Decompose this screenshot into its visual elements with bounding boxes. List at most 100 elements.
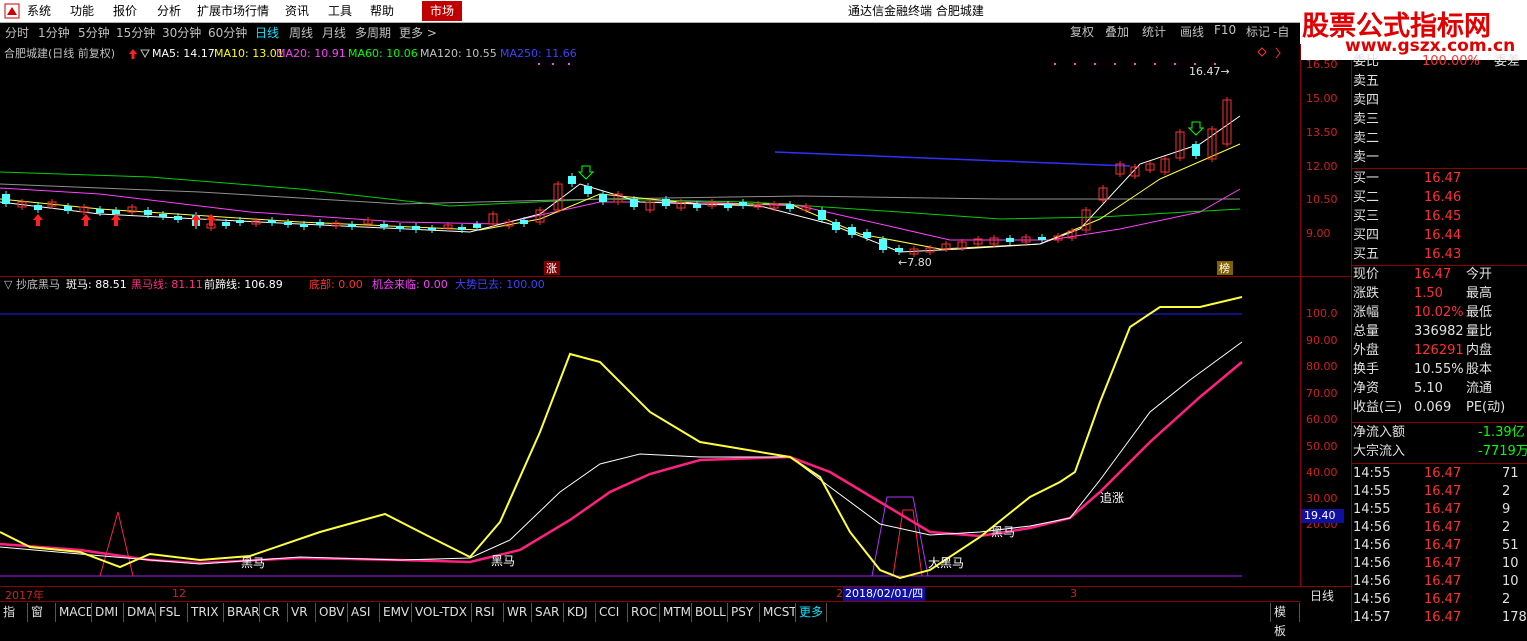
price-tick: 9.00	[1306, 227, 1331, 240]
indicator-tab[interactable]: MTM	[660, 603, 692, 622]
tick-volume: 71	[1502, 466, 1519, 481]
indicator-tab[interactable]: 指标	[0, 603, 28, 622]
toolbar-button[interactable]: 标记	[1246, 23, 1270, 40]
period-tab[interactable]: 60分钟	[208, 23, 247, 44]
tick-volume: 2	[1502, 520, 1511, 535]
period-tab[interactable]: 日线	[255, 23, 279, 44]
indicator-tab[interactable]: SAR	[532, 603, 564, 622]
period-tab[interactable]: 多周期	[355, 23, 391, 44]
menu-item[interactable]: 工具	[328, 0, 352, 22]
indicator-tab[interactable]: VR	[288, 603, 316, 622]
menu-item[interactable]: 扩展市场行情	[197, 0, 269, 22]
value: 10.02%	[1414, 305, 1464, 320]
candle-down	[284, 222, 292, 225]
ma250-line	[774, 151, 1131, 167]
period-tab[interactable]: 分时	[5, 23, 29, 44]
toolbar-button[interactable]: -自	[1273, 23, 1289, 40]
candle-down	[662, 199, 670, 206]
indicator-tab[interactable]: BRAR	[224, 603, 260, 622]
label: 大宗流入	[1353, 444, 1406, 459]
market-button[interactable]: 市场	[422, 1, 463, 21]
indicator-tab[interactable]: DMA	[124, 603, 156, 622]
value: 16.47	[1414, 267, 1452, 282]
indicator-tab[interactable]: OBV	[316, 603, 348, 622]
ranking-tag-text: 榜	[1219, 261, 1230, 275]
candle-down	[818, 210, 826, 220]
signal-annotation: 黑马	[991, 525, 1015, 539]
indicator-tab[interactable]: BOLL	[692, 603, 728, 622]
price: 16.44	[1424, 228, 1462, 243]
label: 卖二	[1353, 131, 1380, 146]
candle-down	[236, 220, 244, 223]
tick-price: 16.47	[1424, 556, 1462, 571]
period-tab[interactable]: 30分钟	[162, 23, 201, 44]
price-tick: 15.00	[1306, 92, 1338, 105]
indicator-tab[interactable]: DMI	[92, 603, 124, 622]
app-logo-icon	[4, 3, 20, 19]
indicator-tab[interactable]: 窗口	[28, 603, 56, 622]
menu-item[interactable]: 系统	[27, 0, 51, 22]
candle-down	[599, 194, 607, 202]
indicator-tab[interactable]: MCST	[760, 603, 796, 622]
menu-item[interactable]: 报价	[113, 0, 137, 22]
indicator-tab[interactable]: EMV	[380, 603, 412, 622]
indicator-tab[interactable]: CCI	[596, 603, 628, 622]
template-button[interactable]: 模板	[1270, 603, 1300, 638]
indicator-tab[interactable]: PSY	[728, 603, 760, 622]
indicator-value: 前蹄线: 106.89	[204, 278, 283, 291]
toolbar-button[interactable]: 统计	[1142, 23, 1166, 40]
indicator-tab[interactable]: KDJ	[564, 603, 596, 622]
candle-down	[412, 226, 420, 230]
period-tab[interactable]: 1分钟	[38, 23, 70, 44]
chevron-right-icon	[1275, 47, 1281, 59]
menu-item[interactable]: 资讯	[285, 0, 309, 22]
flow-row: 大宗流入 -7719万	[1352, 443, 1527, 461]
tick-price: 16.47	[1424, 610, 1462, 625]
candlestick-chart[interactable]: 16.47→ ←7.80 涨 榜	[0, 44, 1300, 276]
indicator-tab[interactable]: TRIX	[188, 603, 224, 622]
more-tab[interactable]: 更多	[796, 603, 828, 622]
indicator-tab[interactable]: RSI	[472, 603, 504, 622]
candle-down	[316, 222, 324, 225]
period-tab[interactable]: 15分钟	[116, 23, 155, 44]
indicator-tab[interactable]: VOL-TDX	[412, 603, 472, 622]
tick-time: 14:56	[1353, 538, 1391, 553]
toolbar-button[interactable]: 画线	[1180, 23, 1204, 40]
toolbar-button[interactable]: 复权	[1070, 23, 1094, 40]
value: -1.39亿	[1478, 425, 1525, 440]
indicator-tab[interactable]: ROC	[628, 603, 660, 622]
marker-dot	[538, 63, 540, 65]
menu-item[interactable]: 帮助	[370, 0, 394, 22]
value: 5.10	[1414, 381, 1443, 396]
buy-row: 买一 16.47	[1352, 170, 1527, 188]
label: 买三	[1353, 209, 1380, 224]
indicator-chart[interactable]: 黑马 黑马黑马大黑马追涨	[0, 292, 1300, 586]
stat-row: 现价 16.47 今开	[1352, 266, 1527, 284]
indicator-tabs: 指标窗口MACDDMIDMAFSLTRIXBRARCRVROBVASIEMVVO…	[0, 601, 1300, 638]
tick-row: 14:55 16.47 71	[1352, 465, 1527, 483]
candle-down	[520, 220, 528, 224]
indicator-tick: 60.00	[1306, 413, 1338, 426]
indicator-tab[interactable]: CR	[260, 603, 288, 622]
period-tab[interactable]: 更多 >	[399, 23, 437, 44]
indicator-tab[interactable]: MACD	[56, 603, 92, 622]
candle-down	[2, 194, 10, 204]
toolbar-button[interactable]: 叠加	[1105, 23, 1129, 40]
menu-item[interactable]: 分析	[157, 0, 181, 22]
toolbar-button[interactable]: F10	[1214, 23, 1236, 37]
stat-row: 涨跌 1.50 最高	[1352, 285, 1527, 303]
indicator-tab[interactable]: WR	[504, 603, 532, 622]
period-tab[interactable]: 周线	[289, 23, 313, 44]
candle-down	[630, 199, 638, 207]
period-tab[interactable]: 月线	[322, 23, 346, 44]
sell-arrow-icon	[577, 165, 595, 180]
candle-down	[396, 226, 404, 229]
candle-down	[584, 186, 592, 194]
indicator-value: 大势已去: 100.00	[455, 278, 545, 291]
flow-row: 净流入额 -1.39亿	[1352, 424, 1527, 442]
menu-item[interactable]: 功能	[70, 0, 94, 22]
tick-row: 14:55 16.47 9	[1352, 501, 1527, 519]
period-tab[interactable]: 5分钟	[78, 23, 110, 44]
indicator-tab[interactable]: FSL	[156, 603, 188, 622]
indicator-tab[interactable]: ASI	[348, 603, 380, 622]
